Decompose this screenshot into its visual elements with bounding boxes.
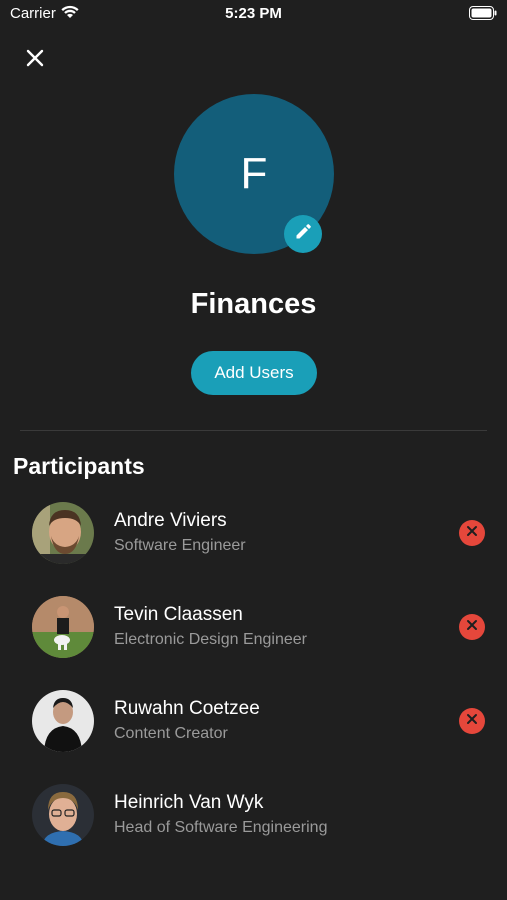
divider <box>20 430 487 431</box>
participant-name: Ruwahn Coetzee <box>114 698 260 719</box>
participant-row[interactable]: Andre Viviers Software Engineer <box>0 486 507 580</box>
participant-row[interactable]: Tevin Claassen Electronic Design Enginee… <box>0 580 507 674</box>
participant-row[interactable]: Ruwahn Coetzee Content Creator <box>0 674 507 768</box>
pencil-icon <box>294 223 312 246</box>
status-time: 5:23 PM <box>225 5 282 22</box>
participant-name: Heinrich Van Wyk <box>114 792 264 813</box>
avatar <box>32 690 94 752</box>
avatar <box>32 502 94 564</box>
participants-heading: Participants <box>13 453 145 479</box>
remove-participant-button[interactable] <box>459 708 485 734</box>
participant-role: Electronic Design Engineer <box>114 631 307 648</box>
edit-avatar-button[interactable] <box>284 215 322 253</box>
add-users-button[interactable]: Add Users <box>191 351 317 395</box>
close-button[interactable] <box>20 45 50 75</box>
avatar <box>32 784 94 846</box>
participant-role: Software Engineer <box>114 537 246 554</box>
participant-role: Head of Software Engineering <box>114 819 328 836</box>
close-icon <box>25 48 45 73</box>
remove-participant-button[interactable] <box>459 614 485 640</box>
participant-list: Andre Viviers Software Engineer Tevin Cl… <box>0 486 507 862</box>
participant-name: Andre Viviers <box>114 510 227 531</box>
avatar <box>32 596 94 658</box>
remove-x-icon <box>466 712 478 730</box>
remove-participant-button[interactable] <box>459 520 485 546</box>
remove-x-icon <box>466 618 478 636</box>
group-initial: F <box>240 149 268 198</box>
participant-row[interactable]: Heinrich Van Wyk Head of Software Engine… <box>0 768 507 862</box>
group-name: Finances <box>190 288 317 320</box>
battery-icon <box>469 6 497 25</box>
participant-role: Content Creator <box>114 725 228 742</box>
participant-name: Tevin Claassen <box>114 604 243 625</box>
remove-x-icon <box>466 524 478 542</box>
status-bar: Carrier 5:23 PM <box>0 0 507 30</box>
